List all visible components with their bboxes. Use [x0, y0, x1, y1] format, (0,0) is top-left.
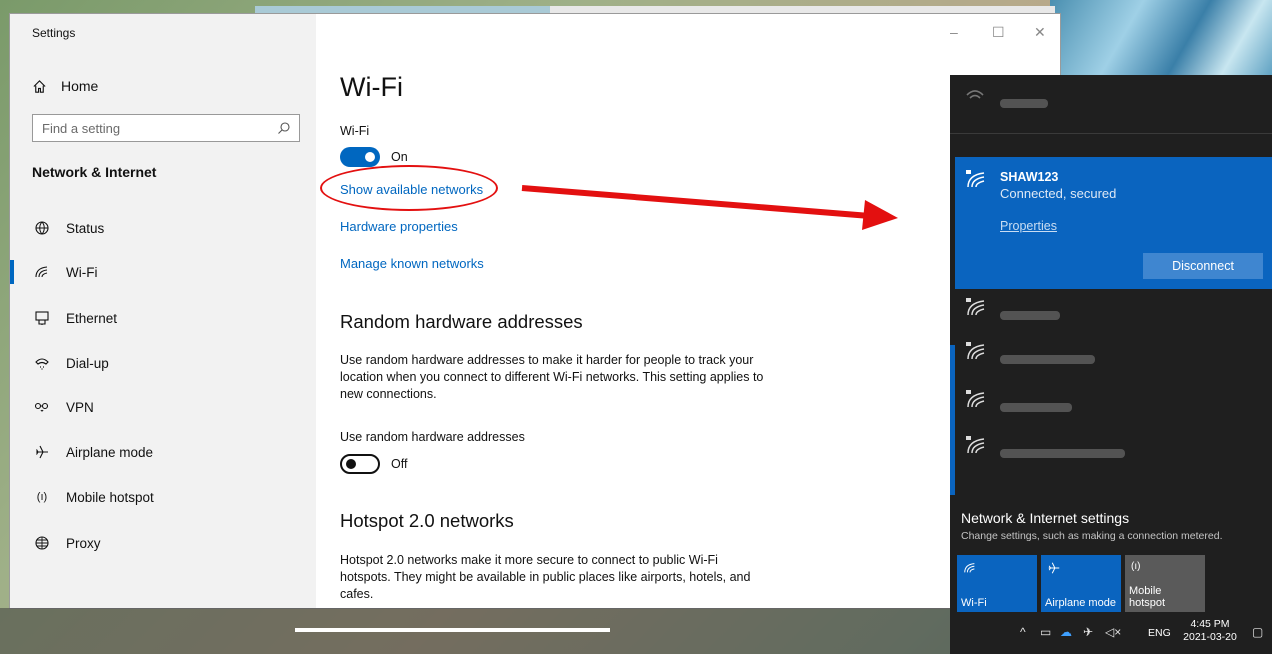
random-addresses-toggle[interactable] — [340, 454, 380, 474]
network-item[interactable] — [950, 287, 1272, 335]
notification-icon[interactable]: ▢ — [1252, 625, 1263, 639]
network-name: SHAW123 — [1000, 170, 1059, 184]
manage-known-networks-link[interactable]: Manage known networks — [340, 256, 484, 271]
network-item[interactable] — [950, 379, 1272, 427]
clock[interactable]: 4:45 PM 2021-03-20 — [1182, 618, 1238, 644]
sidebar-item-label: Wi-Fi — [66, 264, 98, 280]
wifi-label: Wi-Fi — [340, 124, 370, 138]
home-icon — [33, 79, 46, 93]
minimize-button[interactable]: – — [950, 24, 958, 40]
quick-action-label: Wi-Fi — [961, 597, 987, 609]
sidebar-item-label: Mobile hotspot — [66, 489, 154, 505]
sidebar-item-label: Ethernet — [66, 310, 118, 326]
sidebar-item-hotspot[interactable]: (ı) Mobile hotspot — [32, 485, 154, 509]
sidebar-item-label: Dial-up — [66, 355, 109, 371]
search-placeholder: Find a setting — [42, 121, 121, 136]
vpn-icon — [32, 397, 52, 417]
network-item[interactable] — [950, 425, 1272, 473]
airplane-icon — [1047, 561, 1061, 578]
annotation-ellipse — [320, 165, 498, 211]
search-input[interactable]: Find a setting — [32, 114, 300, 142]
hotspot-description: Hotspot 2.0 networks make it more secure… — [340, 553, 751, 601]
network-flyout: SHAW123 Connected, secured Properties Di… — [950, 75, 1272, 654]
hotspot-icon: (ı) — [1131, 561, 1141, 572]
quick-action-label: Airplane mode — [1045, 597, 1116, 609]
wifi-secured-icon — [966, 342, 985, 360]
quick-action-airplane[interactable]: Airplane mode — [1041, 555, 1121, 613]
window-title: Settings — [32, 26, 76, 40]
random-addresses-description: Use random hardware addresses to make it… — [340, 353, 764, 401]
wifi-toggle[interactable] — [340, 147, 380, 167]
system-tray: ^ ▭ ☁ ✈ ◁× ENG 4:45 PM 2021-03-20 ▢ — [950, 612, 1272, 654]
network-status: Connected, secured — [1000, 186, 1117, 201]
wifi-secured-icon — [966, 436, 985, 454]
wifi-secured-icon — [966, 390, 985, 408]
network-settings-link[interactable]: Network & Internet settings — [961, 510, 1129, 526]
sidebar-item-label: Proxy — [66, 535, 101, 551]
settings-window: Settings Home Find a setting Network & I… — [10, 14, 1060, 608]
globe-icon — [32, 533, 52, 553]
wifi-secured-icon — [966, 170, 985, 188]
sidebar-item-label: Airplane mode — [66, 444, 154, 460]
home-link[interactable]: Home — [32, 76, 98, 96]
sidebar-item-wifi[interactable]: Wi-Fi — [10, 260, 98, 284]
sidebar-item-label: VPN — [66, 399, 94, 415]
dialup-icon — [32, 353, 52, 373]
battery-icon[interactable]: ▭ — [1040, 625, 1051, 639]
sidebar-item-vpn[interactable]: VPN — [32, 395, 94, 419]
annotation-arrow — [521, 185, 898, 230]
properties-link[interactable]: Properties — [1000, 219, 1057, 233]
main-content: Wi-Fi Wi-Fi On Show available networks H… — [316, 14, 1060, 608]
airplane-icon — [32, 442, 52, 462]
quick-action-hotspot[interactable]: (ı) Mobile hotspot — [1125, 555, 1205, 613]
airplane-icon[interactable]: ✈ — [1083, 625, 1093, 639]
sidebar-item-proxy[interactable]: Proxy — [32, 531, 101, 555]
home-label: Home — [61, 78, 99, 94]
wifi-state: On — [391, 150, 408, 164]
wifi-icon — [32, 262, 52, 282]
search-icon — [278, 122, 290, 134]
random-state: Off — [391, 457, 408, 471]
wifi-secured-icon — [966, 90, 984, 99]
sidebar-item-status[interactable]: Status — [32, 216, 104, 240]
section-title: Network & Internet — [32, 164, 157, 180]
connected-network[interactable]: SHAW123 Connected, secured Properties Di… — [955, 157, 1272, 289]
wifi-icon — [963, 561, 977, 578]
network-item[interactable] — [950, 331, 1272, 379]
sidebar-item-label: Status — [66, 220, 105, 236]
sidebar-item-ethernet[interactable]: Ethernet — [32, 306, 117, 330]
quick-action-wifi[interactable]: Wi-Fi — [957, 555, 1037, 613]
desktop-wallpaper — [1050, 0, 1272, 80]
language-indicator[interactable]: ENG — [1148, 627, 1171, 639]
cloud-icon[interactable]: ☁ — [1060, 625, 1072, 639]
globe-status-icon — [32, 218, 52, 238]
page-title: Wi-Fi — [340, 72, 403, 102]
sidebar: Settings Home Find a setting Network & I… — [10, 14, 316, 608]
hotspot-heading: Hotspot 2.0 networks — [340, 510, 514, 531]
volume-muted-icon[interactable]: ◁× — [1105, 625, 1121, 639]
clock-time: 4:45 PM — [1190, 618, 1230, 630]
random-addresses-heading: Random hardware addresses — [340, 311, 583, 332]
close-button[interactable]: ✕ — [1034, 24, 1046, 41]
hardware-properties-link[interactable]: Hardware properties — [340, 219, 458, 234]
random-toggle-label: Use random hardware addresses — [340, 430, 525, 444]
taskbar — [0, 608, 950, 654]
clock-date: 2021-03-20 — [1183, 631, 1237, 643]
ethernet-icon — [32, 308, 52, 328]
sidebar-item-dialup[interactable]: Dial-up — [32, 351, 109, 375]
sidebar-item-airplane[interactable]: Airplane mode — [32, 440, 153, 464]
network-item[interactable] — [950, 77, 1272, 125]
hotspot-icon: (ı) — [36, 491, 48, 503]
network-settings-description: Change settings, such as making a connec… — [961, 530, 1223, 542]
wifi-secured-icon — [966, 298, 985, 316]
chevron-up-icon[interactable]: ^ — [1020, 625, 1026, 639]
disconnect-button[interactable]: Disconnect — [1143, 253, 1263, 279]
quick-action-label: Mobile hotspot — [1129, 585, 1166, 609]
maximize-button[interactable]: ☐ — [992, 24, 1005, 41]
